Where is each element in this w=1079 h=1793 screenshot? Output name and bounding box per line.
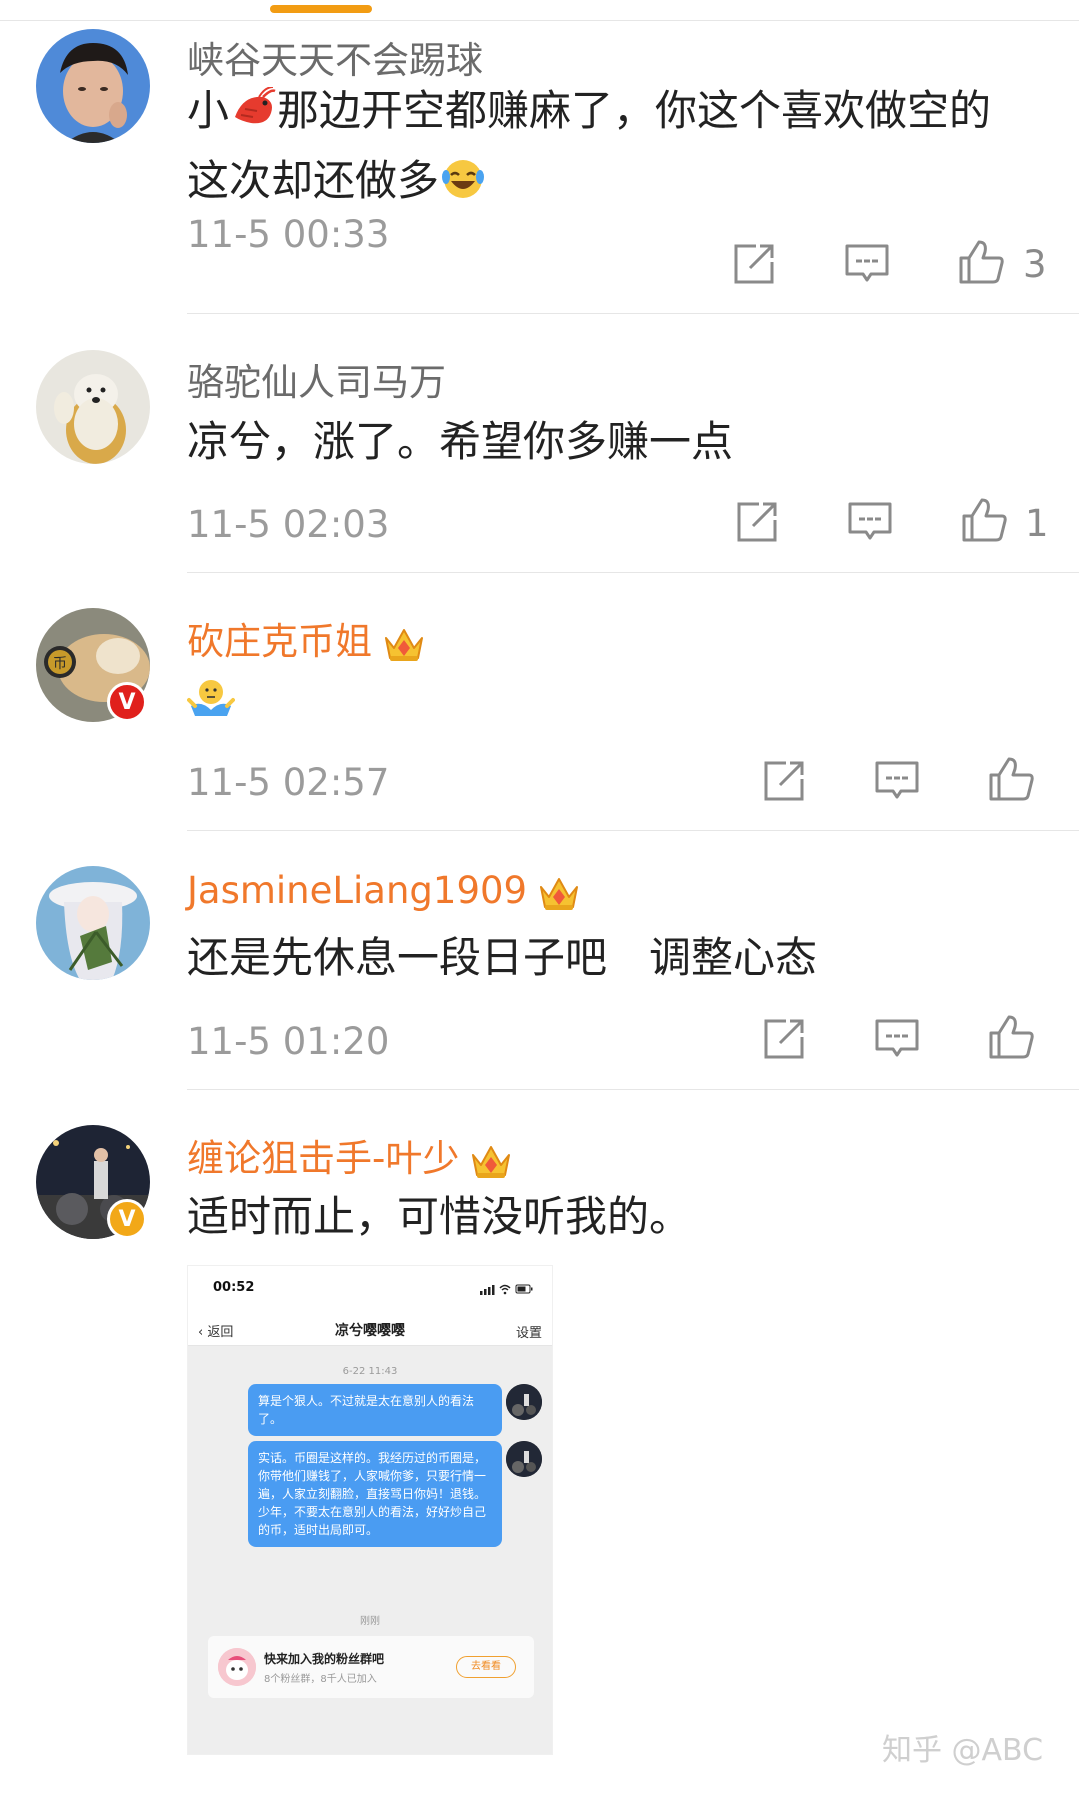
like-button[interactable] [957,238,1005,286]
reply-button[interactable] [873,1015,921,1063]
view-group-button[interactable]: 去看看 [456,1656,516,1678]
like-button[interactable] [987,1013,1035,1061]
repost-icon [734,244,774,284]
chat-body: 6-22 11:43 算是个狠人。不过就是太在意别人的看法了。 实话。币圈是这样… [188,1346,552,1754]
comment-divider [187,1089,1079,1090]
avatar-image-young-man [36,29,150,143]
like-button[interactable] [960,496,1008,544]
verified-badge-icon: V [107,682,147,722]
avatar[interactable] [36,350,150,464]
username-text: 缠论狙击手-叶少 [187,1137,460,1180]
thumbs-up-icon [989,757,1034,801]
avatar-image-night-street [506,1441,542,1477]
comment-icon [875,1019,919,1057]
repost-icon [764,1019,804,1059]
comment-text: 凉兮，涨了。希望你多赚一点 [187,417,734,466]
shrimp-emoji [235,87,276,124]
comment-time: 11-5 01:20 [187,1020,390,1063]
avatar[interactable] [36,866,150,980]
top-divider [0,20,1079,21]
avatar [506,1441,542,1477]
status-time: 00:52 [213,1280,255,1295]
comment-time: 11-5 02:03 [187,503,390,546]
username[interactable]: 砍庄克币姐 [187,611,426,665]
username[interactable]: 缠论狙击手-叶少 [187,1128,513,1182]
avatar-image-anime-girl [36,866,150,980]
comment-text: 适时而止，可惜没听我的。 [187,1192,692,1241]
chat-timestamp: 6-22 11:43 [342,1366,398,1377]
comment-time: 11-5 00:33 [187,213,390,256]
repost-icon [764,761,804,801]
thumbs-up-icon [959,240,1004,284]
reply-button[interactable] [846,498,894,546]
vip-crown-icon [540,877,579,910]
comment-divider [187,313,1079,314]
message-bubble: 实话。币圈是这样的。我经历过的币圈是，你带他们赚钱了，人家喊你爹，只要行情一遍，… [248,1441,502,1547]
comment-divider [187,572,1079,573]
comment-divider [187,830,1079,831]
status-bar: 00:52 [188,1266,552,1306]
thumbs-up-icon [989,1015,1034,1059]
avatar-image-polar-bear [36,350,150,464]
thumbs-up-icon [962,498,1007,542]
signal-battery-icon [480,1284,533,1295]
laugh-cry-emoji [442,160,485,198]
tab-indicator [270,5,372,13]
chat-header: ‹ 返回 凉兮嘤嘤嘤 设置 [188,1306,552,1346]
shrug-emoji [187,680,235,716]
username[interactable]: JasmineLiang1909 [187,869,581,913]
avatar-image-night-street [506,1384,542,1420]
chat-timestamp: 刚刚 [360,1616,380,1627]
verified-badge-icon: V [107,1199,147,1239]
comment-text: 小那边开空都赚麻了，你这个喜欢做空的这次却还做多 [187,76,1017,216]
reply-button[interactable] [843,240,891,288]
comment-icon [845,244,889,282]
repost-button[interactable] [760,757,808,805]
repost-icon [737,502,777,542]
svg-text:币: 币 [53,656,67,672]
group-title: 快来加入我的粉丝群吧 [264,1652,385,1666]
username-text: JasmineLiang1909 [187,869,528,912]
username-text: 砍庄克币姐 [187,620,372,663]
avatar [506,1384,542,1420]
comment-text: 还是先休息一段日子吧 调整心态 [187,933,818,982]
settings-button[interactable]: 设置 [516,1322,542,1341]
username[interactable]: 骆驼仙人司马万 [187,352,446,406]
comment-text-part: 那边开空都赚麻了，你这个喜欢做空的这次却还做多 [187,86,992,205]
repost-button[interactable] [730,240,778,288]
watermark: 知乎 @ABC [882,1733,1044,1768]
group-avatar [218,1648,256,1686]
comment-time: 11-5 02:57 [187,761,390,804]
attached-image[interactable]: 00:52 ‹ 返回 凉兮嘤嘤嘤 设置 6-22 11:43 算是个狠人。不过就… [187,1265,553,1755]
vip-crown-icon [472,1145,511,1178]
message-bubble: 算是个狠人。不过就是太在意别人的看法了。 [248,1384,502,1436]
comment-icon [875,761,919,799]
comment-icon [848,502,892,540]
cartoon-avatar-icon [218,1648,256,1686]
reply-button[interactable] [873,757,921,805]
like-count: 3 [1023,243,1047,286]
repost-button[interactable] [733,498,781,546]
avatar[interactable] [36,29,150,143]
comment-text [187,668,1017,731]
repost-button[interactable] [760,1015,808,1063]
chat-title: 凉兮嘤嘤嘤 [335,1323,405,1339]
vip-crown-icon [385,628,423,661]
comment-text-part: 小 [187,86,230,135]
group-subtitle: 8个粉丝群，8千人已加入 [264,1674,377,1685]
fan-group-card[interactable]: 快来加入我的粉丝群吧 8个粉丝群，8千人已加入 去看看 [208,1636,534,1698]
like-button[interactable] [987,755,1035,803]
like-count: 1 [1025,502,1049,545]
